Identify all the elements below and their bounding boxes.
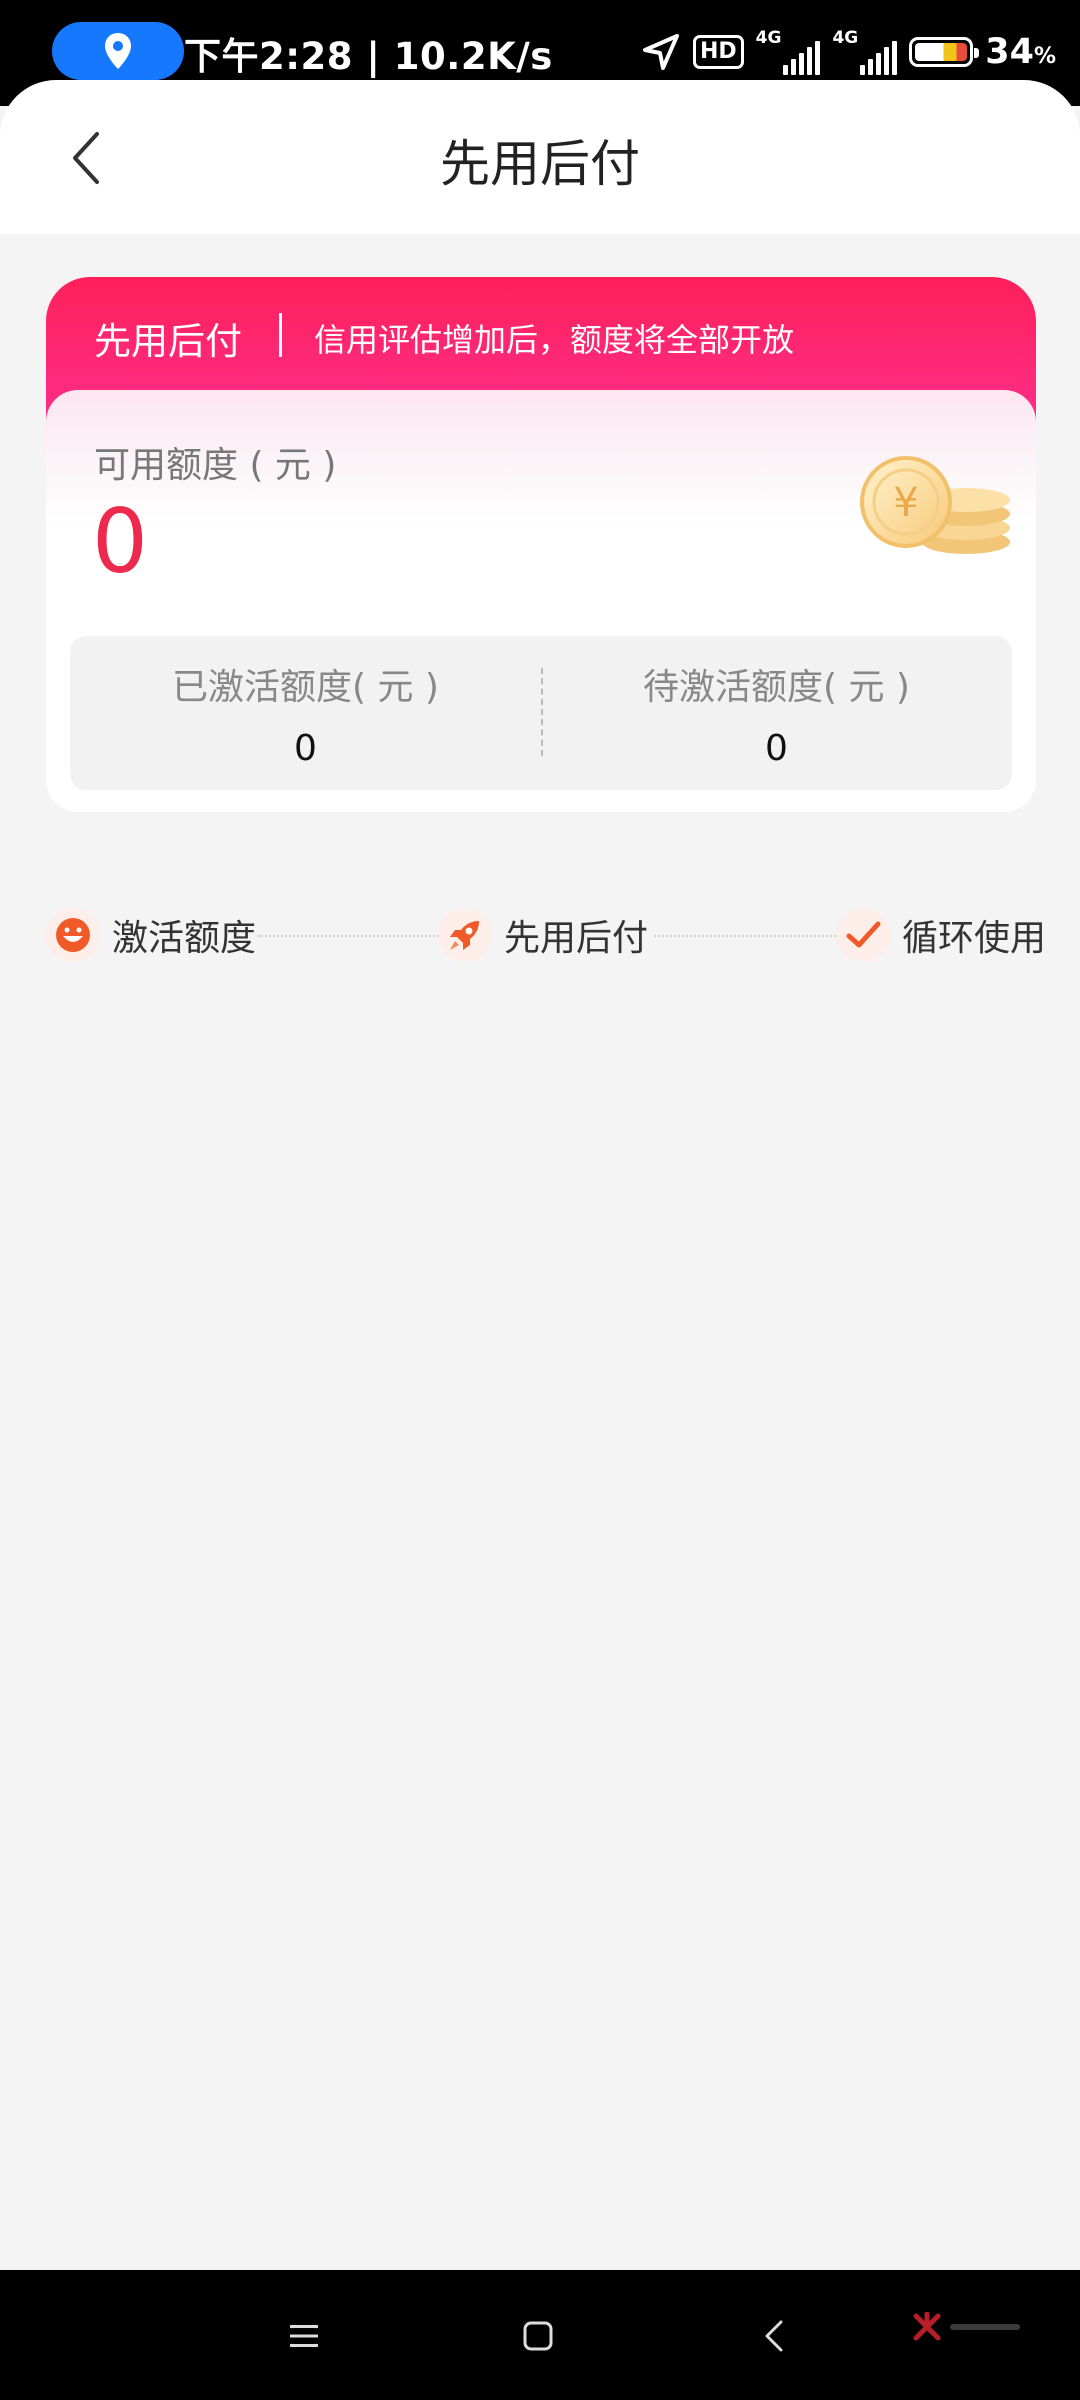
smile-icon <box>46 908 100 962</box>
battery-level: 34% <box>985 32 1056 72</box>
chevron-left-icon <box>765 2320 783 2352</box>
network-type-label-1: 4G <box>755 28 782 48</box>
signal-bars-icon <box>783 41 821 75</box>
battery-icon <box>909 37 980 67</box>
page-header: 先用后付 <box>0 80 1080 234</box>
pending-credit-label: 待激活额度( 元 ) <box>643 667 910 708</box>
step-label: 先用后付 <box>504 918 649 959</box>
step-connector <box>258 935 446 937</box>
step-pay-later: 先用后付 <box>438 900 648 970</box>
home-button[interactable] <box>510 2308 566 2364</box>
location-pin-icon <box>105 33 131 69</box>
banner-description: 信用评估增加后，额度将全部开放 <box>314 321 795 359</box>
step-label: 激活额度 <box>112 918 257 959</box>
home-square-icon <box>523 2321 553 2351</box>
location-indicator[interactable] <box>52 22 184 80</box>
activated-credit-value: 0 <box>294 728 317 769</box>
banner-title: 先用后付 <box>94 320 242 363</box>
credit-card: 可用额度 ( 元 ) 0 ¥ 已激活额度( 元 ) 0 待激活额度( 元 ) 0 <box>46 390 1036 812</box>
pending-credit-value: 0 <box>765 728 788 769</box>
navigation-arrow-icon <box>642 34 679 70</box>
step-activate: 激活额度 <box>46 900 256 970</box>
signal-sim1: 4G <box>756 29 821 75</box>
status-time-speed: 下午2:28 | 10.2K/s <box>184 35 553 78</box>
check-icon <box>836 908 890 962</box>
watermark-logo <box>912 2312 1020 2342</box>
available-credit-value: 0 <box>92 490 148 593</box>
step-recycle: 循环使用 <box>836 900 1046 970</box>
credit-split-panel: 已激活额度( 元 ) 0 待激活额度( 元 ) 0 <box>70 636 1012 790</box>
signal-sim2: 4G <box>832 28 898 75</box>
available-credit-label: 可用额度 ( 元 ) <box>94 445 337 486</box>
signal-bars-icon <box>860 41 898 75</box>
process-steps: 激活额度 先用后付 循环使用 <box>46 900 1046 970</box>
logo-icon <box>913 2312 941 2341</box>
network-type-label-2: 4G <box>832 28 859 48</box>
activated-credit: 已激活额度( 元 ) 0 <box>70 636 541 790</box>
nav-back-button[interactable] <box>746 2308 802 2364</box>
page-title: 先用后付 <box>440 135 640 193</box>
rocket-icon <box>438 908 492 962</box>
system-nav-bar <box>0 2270 1080 2400</box>
menu-icon <box>290 2325 318 2347</box>
status-right-group: HD 4G 4G 34% <box>641 22 1056 82</box>
pending-credit: 待激活额度( 元 ) 0 <box>541 636 1012 790</box>
hd-voice-badge: HD <box>692 35 744 69</box>
menu-button[interactable] <box>276 2308 332 2364</box>
svg-text:¥: ¥ <box>893 480 918 526</box>
activated-credit-label: 已激活额度( 元 ) <box>172 667 439 708</box>
coin-stack-icon: ¥ <box>860 456 1010 554</box>
banner-divider <box>279 313 282 357</box>
watermark-mark <box>950 2324 1020 2330</box>
step-label: 循环使用 <box>902 918 1047 959</box>
